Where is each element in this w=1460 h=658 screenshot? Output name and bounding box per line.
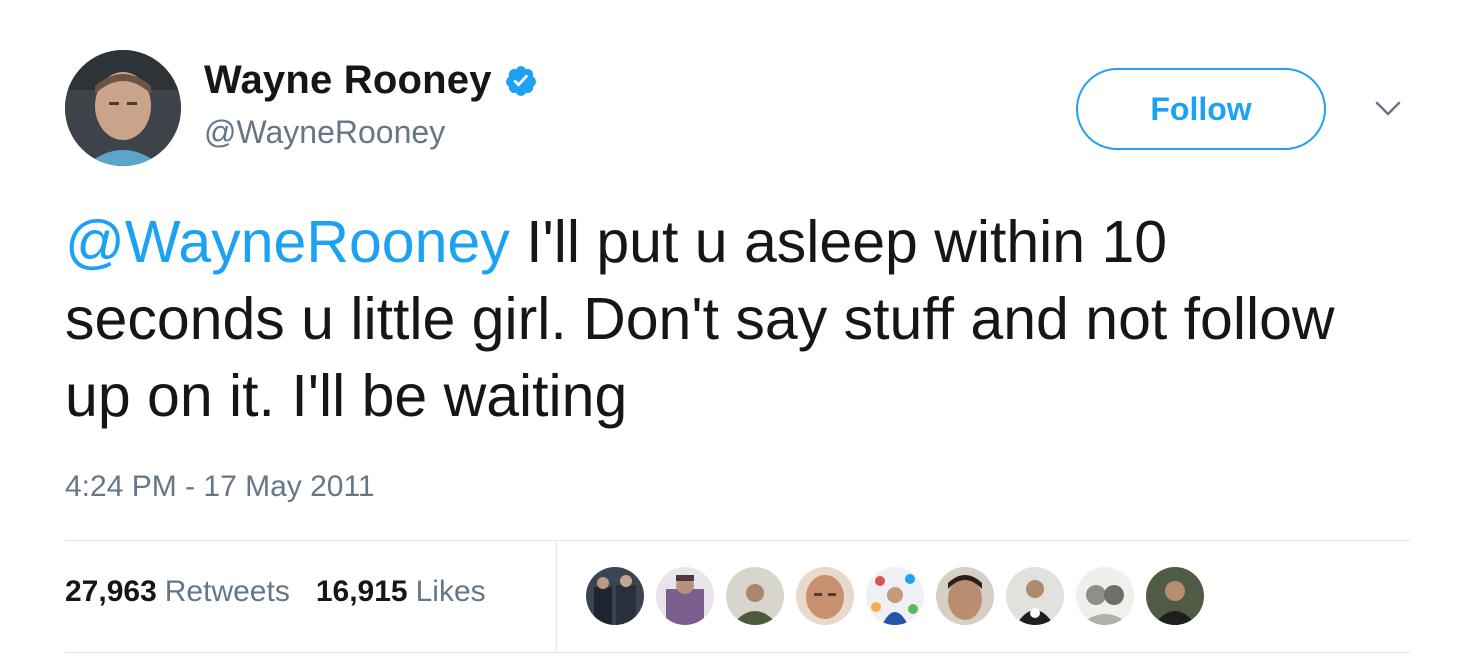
likes-label: Likes [415, 575, 486, 608]
stats-bottom-divider [65, 652, 1410, 653]
author-avatar[interactable] [65, 50, 181, 166]
stats-vertical-divider [556, 541, 557, 652]
liker-avatar[interactable] [1146, 567, 1204, 625]
tweet-text: @WayneRooney I'll put u asleep within 10… [65, 204, 1395, 435]
liker-avatar[interactable] [1076, 567, 1134, 625]
verified-badge-icon [505, 65, 536, 96]
tweet-timestamp[interactable]: 4:24 PM - 17 May 2011 [65, 470, 375, 504]
likes-count: 16,915 [315, 575, 408, 608]
author-name-row: Wayne Rooney [204, 58, 538, 103]
retweets-stat[interactable]: 27,963 Retweets [65, 575, 290, 609]
tweet-mention-link[interactable]: @WayneRooney [65, 209, 510, 275]
liker-avatar[interactable] [936, 567, 994, 625]
tweet-card: Wayne Rooney @WayneRooney Follow @WayneR… [0, 0, 1460, 658]
liker-avatar[interactable] [796, 567, 854, 625]
liker-avatar[interactable] [586, 567, 644, 625]
liker-avatar[interactable] [656, 567, 714, 625]
author-display-name[interactable]: Wayne Rooney [204, 58, 492, 103]
liker-avatar[interactable] [726, 567, 784, 625]
liker-avatar[interactable] [866, 567, 924, 625]
likes-stat[interactable]: 16,915 Likes [316, 575, 486, 609]
chevron-down-icon[interactable] [1372, 98, 1404, 120]
liker-avatar[interactable] [1006, 567, 1064, 625]
retweets-label: Retweets [164, 575, 290, 608]
follow-button[interactable]: Follow [1076, 68, 1326, 150]
liker-avatars [586, 567, 1204, 625]
stats-top-divider [65, 540, 1410, 541]
retweets-count: 27,963 [65, 575, 157, 608]
engagement-stats: 27,963 Retweets 16,915 Likes [65, 575, 512, 609]
author-handle[interactable]: @WayneRooney [204, 114, 445, 151]
